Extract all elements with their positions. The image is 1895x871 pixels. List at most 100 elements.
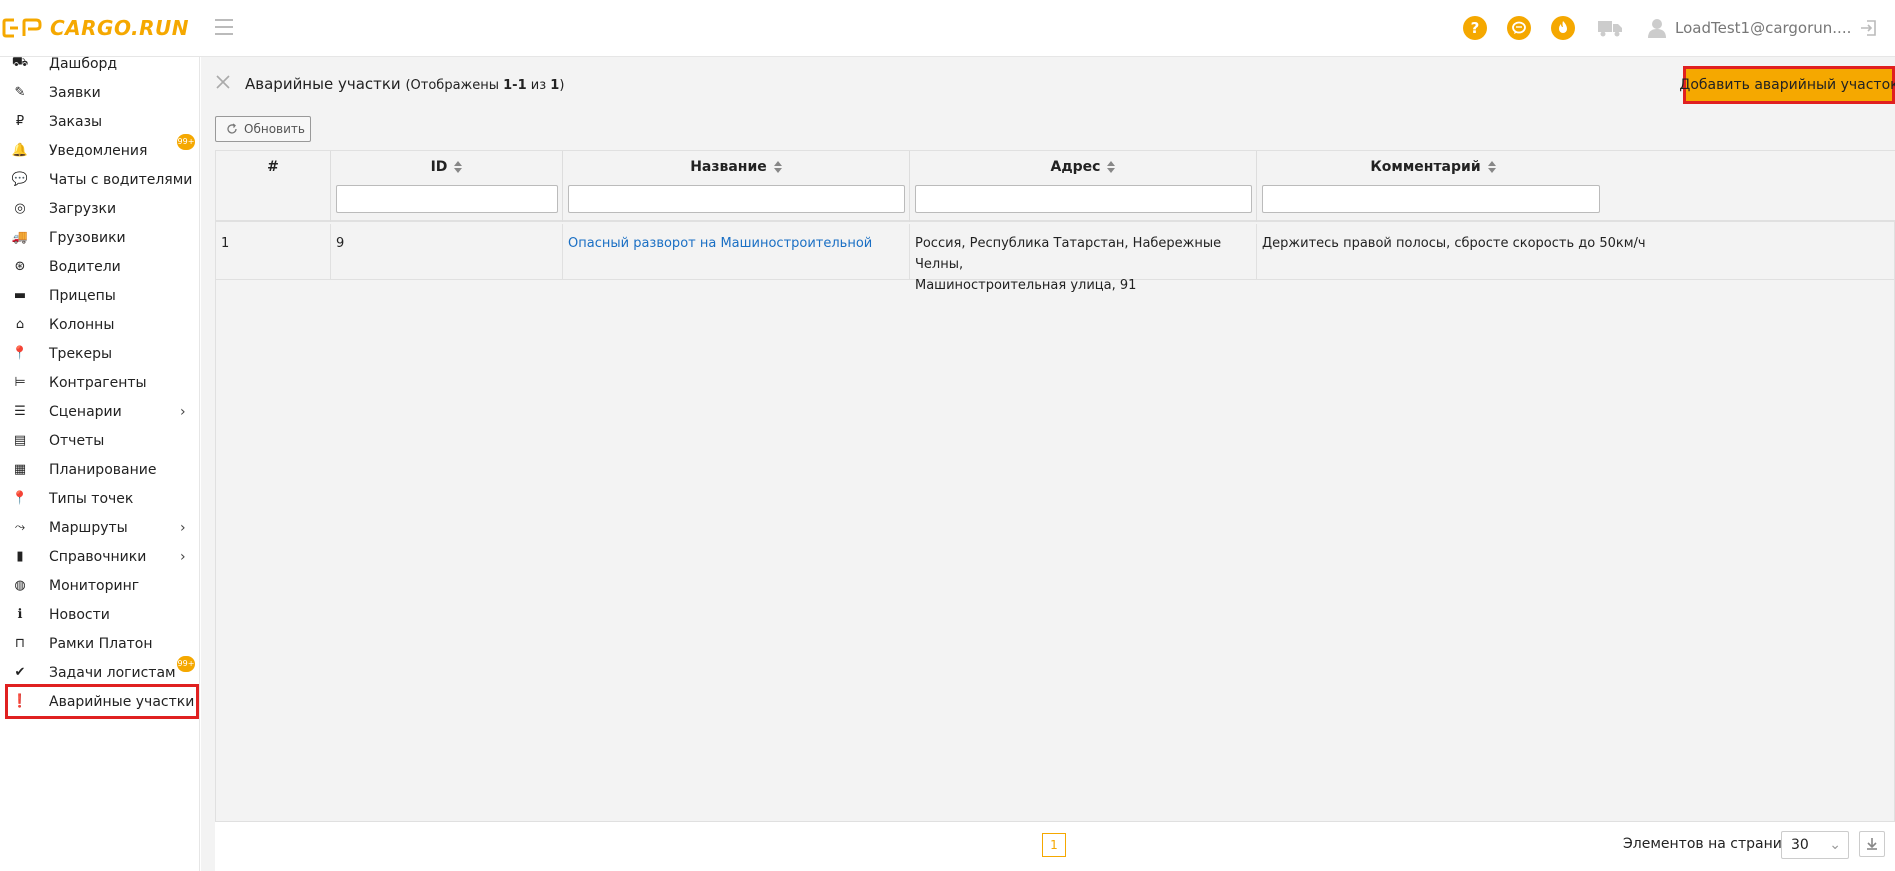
sidebar-item-label: Заявки: [49, 84, 101, 101]
cell-comment: Держитесь правой полосы, сбросте скорост…: [1262, 236, 1646, 251]
page-count: (Отображены 1-1 из 1): [405, 78, 565, 93]
sidebar-item-label: Заказы: [49, 113, 103, 130]
map-pin-icon: 📍: [11, 491, 29, 506]
main-content: Аварийные участки (Отображены 1-1 из 1) …: [201, 57, 1895, 871]
page-title: Аварийные участки (Отображены 1-1 из 1): [245, 75, 564, 93]
add-emergency-section-button[interactable]: Добавить аварийный участок: [1679, 66, 1895, 104]
sidebar-item-label: Рамки Платон: [49, 635, 153, 652]
trailer-icon: ▬: [13, 288, 27, 303]
filter-input-address[interactable]: [915, 185, 1252, 213]
steering-wheel-icon: ⊛: [14, 259, 26, 274]
book-icon: ▮: [16, 549, 24, 564]
per-page-label: Элементов на странице: [1623, 836, 1800, 852]
sidebar-item-label: Мониторинг: [49, 577, 140, 594]
notification-badge: 99+: [177, 656, 195, 672]
map-pin-icon: 📍: [11, 346, 29, 361]
list-icon: ☰: [14, 404, 26, 419]
cargo-logo-icon: [2, 18, 42, 38]
chat-icon[interactable]: [1507, 16, 1531, 40]
bell-icon: 🔔: [11, 143, 29, 158]
route-icon: ⤳: [14, 520, 26, 535]
sort-icon[interactable]: [1107, 161, 1116, 173]
fire-icon[interactable]: [1551, 16, 1575, 40]
app-header: CARGO.RUN ? LoadTest1@cargorun....: [0, 0, 1895, 57]
report-icon: ▤: [13, 433, 27, 448]
chevron-right-icon: ›: [180, 403, 186, 420]
sidebar-item-label: Дашборд: [49, 55, 118, 72]
truck-icon: 🚚: [11, 230, 29, 245]
column-header-name[interactable]: Название: [563, 151, 910, 222]
sidebar-item-label: Задачи логистам: [49, 664, 176, 681]
cell-name: Опасный разворот на Машиностроительной: [563, 224, 910, 280]
exclamation-icon: ❗: [11, 694, 29, 709]
sidebar-item-label: Планирование: [49, 461, 157, 478]
dolly-icon: ⊨: [14, 375, 26, 390]
chevron-right-icon: ›: [180, 519, 186, 536]
logout-icon[interactable]: [1860, 19, 1878, 37]
globe-icon: ◍: [14, 578, 26, 593]
download-icon: [1867, 838, 1877, 850]
sidebar: ⛟ Дашборд ✎ Заявки ₽ Заказы 🔔 Уведомления 99+ 💬 Ча…: [0, 55, 200, 871]
sidebar-item-label: Сценарии: [49, 403, 122, 420]
sidebar-item-label: Новости: [49, 606, 110, 623]
column-header-address[interactable]: Адрес: [910, 151, 1257, 222]
refresh-button-label: Обновить: [244, 122, 305, 136]
sidebar-item-label: Загрузки: [49, 200, 117, 217]
cell-num: 1: [216, 224, 331, 280]
chevron-right-icon: ›: [180, 548, 186, 565]
sort-icon[interactable]: [1487, 161, 1496, 173]
sidebar-item-label: Водители: [49, 258, 121, 275]
notification-badge: 99+: [177, 134, 195, 150]
column-header-num: #: [216, 151, 331, 222]
user-icon: [1648, 19, 1666, 38]
pagination-page[interactable]: 1: [1042, 833, 1066, 857]
chat-icon: 💬: [11, 172, 29, 187]
sidebar-item-label: Колонны: [49, 316, 115, 333]
table-footer: 1 Элементов на странице 30 ⌄: [215, 822, 1895, 871]
sort-icon[interactable]: [773, 161, 782, 173]
filter-input-id[interactable]: [336, 185, 558, 213]
sidebar-item-22[interactable]: ❗ Аварийные участки: [5, 684, 199, 719]
chevron-down-icon: ⌄: [1829, 837, 1841, 853]
sidebar-item-label: Чаты с водителями: [49, 171, 193, 188]
sidebar-item-label: Справочники: [49, 548, 147, 565]
download-button[interactable]: [1859, 831, 1885, 857]
compass-icon: ◎: [14, 201, 26, 216]
truck-icon[interactable]: [1597, 18, 1623, 38]
sidebar-item-label: Трекеры: [49, 345, 113, 362]
info-icon: ℹ: [17, 607, 23, 622]
sidebar-item-label: Типы точек: [49, 490, 134, 507]
sidebar-item-label: Аварийные участки: [49, 693, 195, 710]
sidebar-item-label: Уведомления: [49, 142, 148, 159]
user-name[interactable]: LoadTest1@cargorun....: [1675, 19, 1851, 37]
check-icon: ✔: [14, 665, 26, 680]
data-table: # ID Название Адрес Комментарий 1 9 Опас…: [215, 150, 1895, 822]
column-header-id[interactable]: ID: [331, 151, 563, 222]
menu-toggle-icon[interactable]: [215, 19, 233, 35]
gate-icon: ⊓: [14, 636, 26, 651]
table-row[interactable]: 1 9 Опасный разворот на Машиностроительн…: [216, 224, 1895, 293]
table-header: # ID Название Адрес Комментарий: [216, 151, 1895, 222]
sidebar-item-label: Маршруты: [49, 519, 128, 536]
record-link[interactable]: Опасный разворот на Машиностроительной: [568, 236, 872, 251]
sort-icon[interactable]: [454, 161, 463, 173]
edit-icon: ✎: [14, 85, 26, 100]
filter-input-comment[interactable]: [1262, 185, 1600, 213]
filter-input-name[interactable]: [568, 185, 905, 213]
logo[interactable]: CARGO.RUN: [2, 16, 189, 40]
sidebar-item-label: Грузовики: [49, 229, 126, 246]
calendar-icon: ▦: [13, 462, 27, 477]
close-icon[interactable]: [215, 74, 231, 90]
per-page-select[interactable]: 30 ⌄: [1781, 831, 1849, 859]
cell-id: 9: [331, 224, 563, 280]
dashboard-icon: ⛟: [11, 55, 29, 70]
sidebar-item-label: Контрагенты: [49, 374, 147, 391]
help-icon[interactable]: ?: [1463, 16, 1487, 40]
page-title-text: Аварийные участки: [245, 75, 401, 93]
refresh-button[interactable]: Обновить: [215, 116, 311, 142]
column-header-comment[interactable]: Комментарий: [1257, 151, 1895, 222]
cell-address: Россия, Республика Татарстан, Набережные…: [910, 224, 1257, 293]
refresh-icon: [227, 123, 237, 134]
warehouse-icon: ⌂: [15, 317, 25, 332]
ruble-icon: ₽: [15, 114, 25, 129]
